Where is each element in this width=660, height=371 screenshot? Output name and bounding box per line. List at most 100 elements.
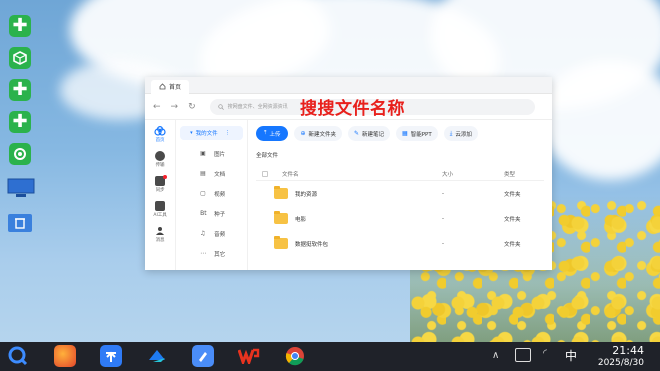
rail-item-sync[interactable]: 同步 — [155, 175, 168, 193]
upload-icon: ⤒ — [264, 130, 267, 136]
search-icon — [217, 103, 224, 110]
cloud-add-button[interactable]: ⤓ 云添加 — [443, 126, 478, 141]
audio-icon: ♫ — [200, 230, 206, 237]
tree-head-label: 我的文件 — [195, 131, 218, 137]
file-name: 电影 — [295, 216, 307, 223]
back-arrow-icon[interactable]: ← — [153, 102, 161, 112]
desktop-app-plus-icon[interactable]: ✚ — [9, 15, 31, 37]
file-size: - — [442, 240, 444, 247]
file-table: 文件名 大小 类型 我的资源 - 文件夹 电影 - 文件夹 数据挺软件包 - 文… — [256, 167, 544, 256]
folder-icon — [274, 236, 288, 249]
chrome-icon[interactable] — [284, 345, 306, 367]
tree-label: 种子 — [214, 212, 226, 218]
tree-item-torrents[interactable]: Bt 种子 — [180, 204, 243, 224]
refresh-icon[interactable]: ↻ — [188, 102, 196, 112]
file-list-panel: ⤒ 上传 ⊕ 新建文件夹 ✎ 新建笔记 ▦ 智能PPT ⤓ 云添加 全部文件 文… — [248, 120, 552, 270]
tree-item-images[interactable]: ▣ 图片 — [180, 144, 243, 164]
new-note-label: 新建笔记 — [362, 131, 385, 138]
new-folder-button[interactable]: ⊕ 新建文件夹 — [294, 126, 342, 141]
cloud — [540, 60, 660, 180]
rail-item-ai[interactable]: AI工具 — [153, 201, 167, 218]
cloud-icon — [154, 126, 166, 136]
window-body: 首页 传输 同步 AI工具 消息 ▾ 我的文件 ⋮ ▣ 图片 ▤ 文档 ▢ 视频… — [145, 120, 552, 270]
firefox-icon[interactable] — [54, 345, 76, 367]
forward-arrow-icon[interactable]: → — [171, 102, 179, 112]
tree-item-documents[interactable]: ▤ 文档 — [180, 164, 243, 184]
tree-item-videos[interactable]: ▢ 视频 — [180, 184, 243, 204]
column-header-type[interactable]: 类型 — [504, 170, 544, 178]
file-type: 文件夹 — [504, 241, 521, 248]
tree-label: 文档 — [214, 172, 226, 178]
torrent-icon: Bt — [200, 210, 207, 217]
cloud-add-label: 云添加 — [455, 131, 472, 138]
notification-badge — [163, 175, 168, 179]
file-category-tree: ▾ 我的文件 ⋮ ▣ 图片 ▤ 文档 ▢ 视频 Bt 种子 ♫ 音频 ⋯ 其它 — [176, 120, 248, 270]
rail-label: AI工具 — [153, 213, 167, 218]
new-note-button[interactable]: ✎ 新建笔记 — [348, 126, 391, 141]
rail-item-message[interactable]: 消息 — [155, 226, 165, 243]
breadcrumb[interactable]: 全部文件 — [256, 151, 544, 159]
table-row[interactable]: 电影 - 文件夹 — [256, 206, 544, 231]
smart-ppt-button[interactable]: ▦ 智能PPT — [396, 126, 438, 141]
rail-label: 传输 — [155, 163, 165, 168]
tray-chevron-up-icon[interactable]: ∧ — [492, 350, 499, 361]
taskbar: ∧ ◜ 中 21:44 2025/8/30 — [0, 342, 660, 371]
tray-ime-indicator[interactable]: 中 — [565, 347, 577, 364]
folder-icon — [274, 211, 288, 224]
tab-title: 首页 — [169, 84, 182, 91]
folder-icon — [274, 186, 288, 199]
upload-label: 上传 — [269, 131, 281, 138]
caret-down-icon: ▾ — [190, 130, 193, 136]
title-bar: 首页 — [145, 77, 552, 94]
taskbar-clock[interactable]: 21:44 2025/8/30 — [598, 344, 644, 368]
rail-label: 消息 — [155, 238, 165, 243]
left-rail: 首页 传输 同步 AI工具 消息 — [145, 120, 177, 270]
desktop-app-cube-icon[interactable] — [9, 47, 31, 69]
select-all-checkbox[interactable] — [262, 170, 268, 177]
tray-wifi-icon[interactable]: ◜ — [543, 348, 547, 359]
more-dots-icon[interactable]: ⋮ — [225, 130, 231, 136]
table-row[interactable]: 数据挺软件包 - 文件夹 — [256, 231, 544, 256]
search-app-icon[interactable] — [7, 345, 29, 367]
file-type: 文件夹 — [504, 216, 521, 223]
notes-app-icon[interactable] — [192, 345, 214, 367]
desktop-app-plus-icon[interactable]: ✚ — [9, 79, 31, 101]
tree-label: 视频 — [214, 192, 226, 198]
search-placeholder: 搜网盘文件、全网资源资讯 — [227, 104, 288, 110]
file-name: 数据挺软件包 — [295, 241, 329, 248]
tree-item-my-files[interactable]: ▾ 我的文件 ⋮ — [180, 126, 243, 140]
tab-home[interactable]: 首页 — [151, 79, 190, 94]
table-header: 文件名 大小 类型 — [256, 167, 544, 181]
recycle-bin-icon[interactable] — [7, 212, 33, 234]
table-row[interactable]: 我的资源 - 文件夹 — [256, 181, 544, 206]
action-bar: ⤒ 上传 ⊕ 新建文件夹 ✎ 新建笔记 ▦ 智能PPT ⤓ 云添加 — [256, 126, 544, 141]
column-header-size[interactable]: 大小 — [442, 170, 504, 178]
more-icon: ⋯ — [200, 250, 207, 257]
file-name: 我的资源 — [295, 191, 318, 198]
note-icon: ✎ — [354, 130, 360, 137]
home-icon — [159, 83, 166, 90]
column-header-name[interactable]: 文件名 — [274, 170, 442, 178]
folder-plus-icon: ⊕ — [300, 130, 306, 137]
file-type: 文件夹 — [504, 191, 521, 198]
tree-item-audio[interactable]: ♫ 音频 — [180, 224, 243, 244]
wps-office-icon[interactable] — [238, 345, 260, 367]
ai-icon — [155, 201, 166, 211]
rail-item-home[interactable]: 首页 — [154, 126, 166, 143]
tree-item-other[interactable]: ⋯ 其它 — [180, 244, 243, 264]
rail-label: 同步 — [155, 188, 165, 193]
pin-app-icon[interactable] — [100, 345, 122, 367]
new-folder-label: 新建文件夹 — [308, 131, 336, 138]
file-size: - — [442, 215, 444, 222]
tray-display-icon[interactable] — [515, 348, 531, 362]
smart-ppt-label: 智能PPT — [410, 131, 432, 138]
transfer-icon — [155, 151, 166, 161]
upload-button[interactable]: ⤒ 上传 — [256, 126, 289, 141]
lark-app-icon[interactable] — [146, 345, 168, 367]
ppt-icon: ▦ — [402, 130, 408, 137]
desktop-app-plus-icon[interactable]: ✚ — [9, 111, 31, 133]
video-icon: ▢ — [200, 190, 206, 197]
desktop-app-ring-icon[interactable] — [9, 143, 31, 165]
computer-icon[interactable] — [7, 178, 35, 198]
rail-item-transfer[interactable]: 传输 — [155, 151, 166, 168]
